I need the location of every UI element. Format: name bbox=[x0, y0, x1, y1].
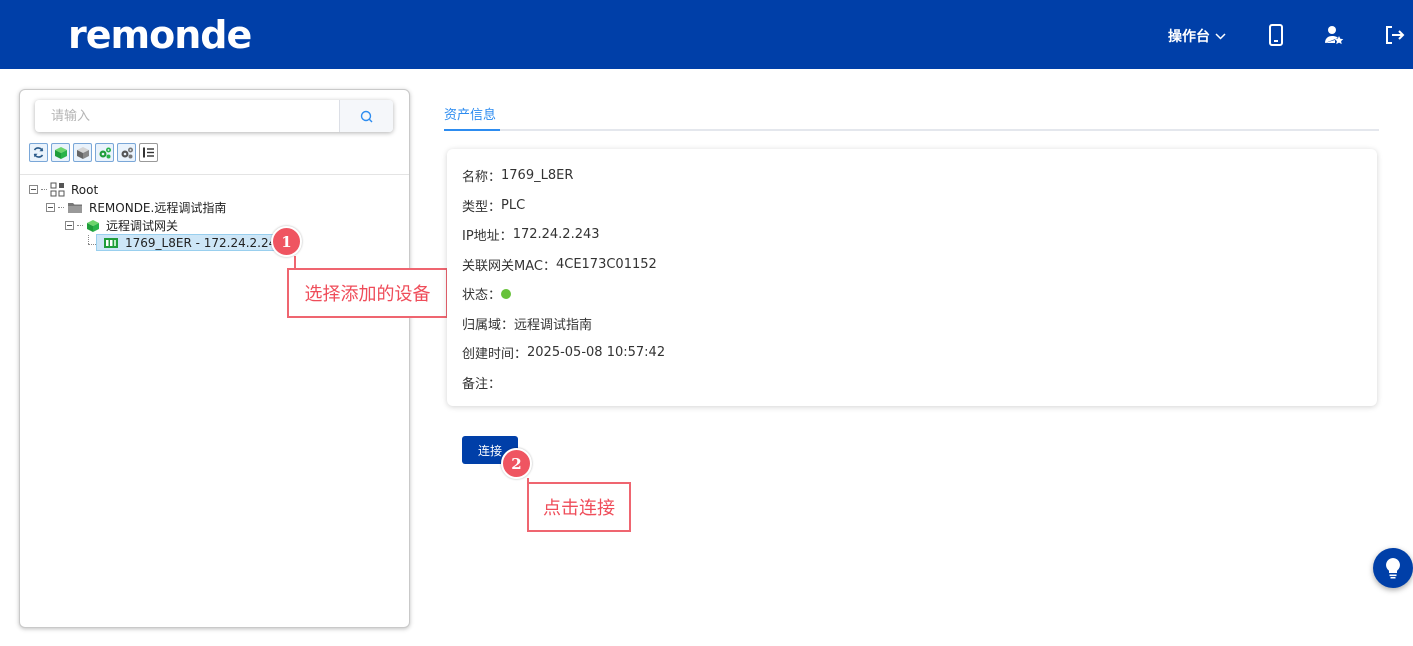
info-status: 状态： bbox=[462, 284, 512, 303]
collapse-icon[interactable] bbox=[29, 185, 38, 194]
info-label: 归属域： bbox=[462, 318, 515, 333]
gears-green-icon bbox=[99, 147, 111, 158]
list-icon bbox=[143, 147, 154, 158]
tree-node-gateway[interactable]: 远程调试网关 bbox=[65, 217, 178, 234]
logout-icon[interactable] bbox=[1383, 24, 1405, 46]
tree-node-label: Root bbox=[71, 182, 99, 197]
search-button[interactable] bbox=[339, 100, 393, 132]
info-label: 创建时间： bbox=[462, 347, 528, 362]
callout-step-1: 1 bbox=[271, 226, 302, 257]
info-type: 类型： PLC bbox=[462, 196, 525, 215]
info-label: 关联网关MAC： bbox=[462, 259, 556, 274]
tab-bar-line bbox=[444, 129, 1379, 131]
callout-step-1-label: 选择添加的设备 bbox=[287, 268, 448, 318]
lightbulb-icon bbox=[1386, 558, 1400, 579]
user-star-icon[interactable] bbox=[1323, 24, 1345, 46]
callout-step-2-label: 点击连接 bbox=[527, 482, 631, 532]
collapse-icon[interactable] bbox=[46, 203, 55, 212]
tree-connector bbox=[88, 235, 89, 244]
cube-green-icon bbox=[54, 146, 67, 159]
help-button[interactable] bbox=[1373, 548, 1413, 588]
folder-icon bbox=[68, 203, 82, 213]
grid-icon bbox=[50, 182, 65, 197]
tab-asset-info[interactable]: 资产信息 bbox=[444, 104, 496, 123]
callout-step-2: 2 bbox=[501, 448, 532, 479]
info-label: 状态： bbox=[462, 288, 502, 303]
info-ip: IP地址： 172.24.2.243 bbox=[462, 225, 600, 244]
info-label: 类型： bbox=[462, 200, 502, 215]
tree-node-domain[interactable]: REMONDE.远程调试指南 bbox=[46, 199, 226, 216]
list-view-button[interactable] bbox=[139, 143, 158, 162]
info-label: 备注： bbox=[462, 377, 502, 392]
info-name: 名称： 1769_L8ER bbox=[462, 166, 573, 185]
tree-node-label: REMONDE.远程调试指南 bbox=[89, 201, 227, 215]
gateway-gray-button[interactable] bbox=[73, 143, 92, 162]
info-created: 创建时间： 2025-05-08 10:57:42 bbox=[462, 343, 665, 362]
info-value: 172.24.2.243 bbox=[512, 227, 600, 242]
info-value: 2025-05-08 10:57:42 bbox=[527, 345, 666, 360]
refresh-icon bbox=[33, 147, 44, 158]
tree-search bbox=[35, 100, 393, 132]
gears-gray-icon bbox=[121, 147, 133, 158]
search-icon bbox=[360, 110, 373, 122]
collapse-icon[interactable] bbox=[65, 221, 74, 230]
mobile-icon[interactable] bbox=[1265, 24, 1287, 46]
info-value: 1769_L8ER bbox=[501, 168, 574, 183]
tree-node-label: 远程调试网关 bbox=[106, 219, 179, 233]
tab-active-indicator bbox=[444, 129, 500, 131]
tree-node-root[interactable]: Root bbox=[29, 182, 98, 197]
search-input[interactable] bbox=[35, 100, 339, 132]
tree-node-label: 1769_L8ER - 172.24.2.243 bbox=[125, 235, 284, 250]
asset-info-card: 名称： 1769_L8ER 类型： PLC IP地址： 172.24.2.243 关联… bbox=[447, 149, 1377, 406]
info-remark: 备注： bbox=[462, 373, 501, 392]
add-gateway-button[interactable] bbox=[51, 143, 70, 162]
refresh-button[interactable] bbox=[29, 143, 48, 162]
info-label: IP地址： bbox=[462, 229, 513, 244]
workbench-menu[interactable]: 操作台 bbox=[1168, 26, 1226, 46]
panel-divider bbox=[20, 174, 409, 175]
top-header: remonde 操作台 bbox=[0, 0, 1413, 69]
add-device-button[interactable] bbox=[95, 143, 114, 162]
remonde-logo[interactable]: remonde bbox=[68, 12, 252, 56]
device-gray-button[interactable] bbox=[117, 143, 136, 162]
cube-green-icon bbox=[87, 219, 99, 232]
info-label: 名称： bbox=[462, 170, 502, 185]
device-tree-panel: Root REMONDE.远程调试指南 远程调试网关 1769_L8ER - 1… bbox=[19, 89, 410, 628]
info-value: 4CE173C01152 bbox=[555, 257, 657, 272]
plc-device-icon bbox=[104, 237, 118, 248]
tree-node-device[interactable]: 1769_L8ER - 172.24.2.243 bbox=[96, 234, 287, 251]
chevron-down-icon bbox=[1215, 32, 1226, 40]
cube-gray-icon bbox=[76, 146, 89, 159]
info-domain: 归属域： 远程调试指南 bbox=[462, 314, 592, 333]
svg-text:remonde: remonde bbox=[68, 13, 251, 56]
info-value: PLC bbox=[501, 198, 526, 213]
workbench-menu-label: 操作台 bbox=[1168, 29, 1210, 45]
info-mac: 关联网关MAC： 4CE173C01152 bbox=[462, 255, 657, 274]
tree-connector bbox=[88, 244, 96, 245]
info-value: 远程调试指南 bbox=[514, 318, 593, 333]
status-online-dot bbox=[501, 288, 512, 299]
tree-toolbar bbox=[29, 143, 158, 162]
